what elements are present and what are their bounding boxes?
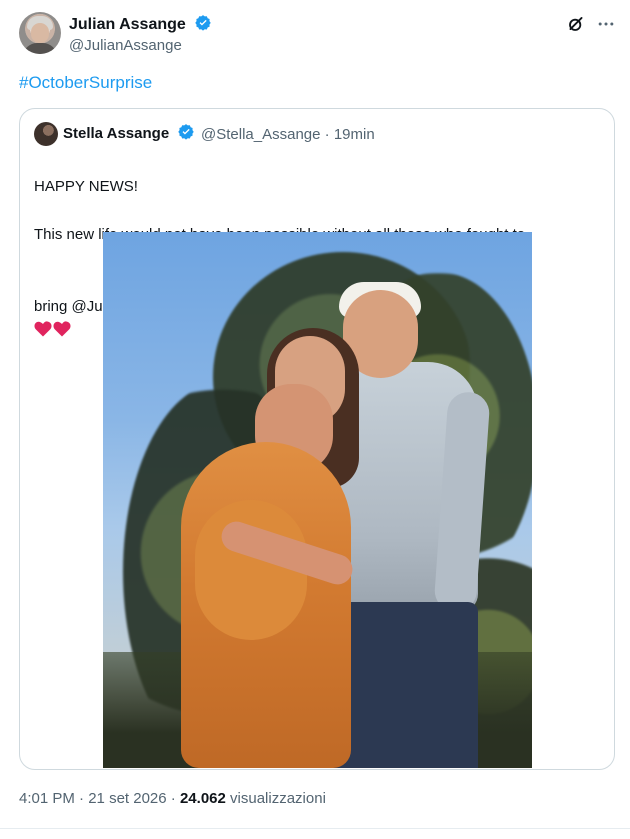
grok-icon[interactable]: [566, 14, 586, 34]
tweet-date[interactable]: 21 set 2026: [88, 790, 166, 807]
quoted-tweet-card[interactable]: Stella Assange @Stella_Assange · 19min H…: [19, 108, 615, 770]
red-heart-icon: [53, 321, 71, 337]
author-name-text[interactable]: Julian Assange: [69, 16, 186, 33]
quoted-author-handle[interactable]: @Stella_Assange: [201, 126, 320, 143]
quoted-time[interactable]: 19min: [334, 126, 375, 143]
quoted-author-name[interactable]: Stella Assange: [63, 123, 195, 143]
tweet-actions: [566, 14, 616, 34]
quoted-author-meta: @Stella_Assange · 19min: [201, 125, 375, 144]
meta-separator-1: ·: [79, 790, 85, 807]
tweet-time[interactable]: 4:01 PM: [19, 790, 75, 807]
tweet-meta: 4:01 PM · 21 set 2026 · 24.062 visualizz…: [19, 789, 326, 809]
hearts-emoji-group: [34, 321, 71, 337]
avatar-face: [31, 23, 49, 43]
more-icon[interactable]: [596, 14, 616, 34]
author-name[interactable]: Julian Assange: [69, 14, 212, 35]
verified-badge-icon: [195, 15, 211, 31]
meta-separator-2: ·: [170, 790, 176, 807]
quoted-tweet-photo[interactable]: [103, 232, 532, 768]
views-label: visualizzazioni: [230, 790, 326, 807]
tweet-hashtag[interactable]: #OctoberSurprise: [19, 72, 152, 94]
author-avatar[interactable]: [19, 12, 61, 54]
quoted-author-avatar[interactable]: [34, 122, 58, 146]
bottom-divider: [0, 828, 630, 829]
quoted-separator: ·: [324, 126, 330, 143]
views-count: 24.062: [179, 790, 226, 807]
avatar-shirt: [23, 43, 57, 54]
quoted-verified-badge-icon: [178, 124, 195, 140]
author-handle[interactable]: @JulianAssange: [69, 37, 182, 55]
red-heart-icon: [34, 321, 52, 337]
quoted-text-line-1: HAPPY NEWS!: [34, 178, 138, 195]
quoted-author-name-text[interactable]: Stella Assange: [63, 125, 169, 142]
